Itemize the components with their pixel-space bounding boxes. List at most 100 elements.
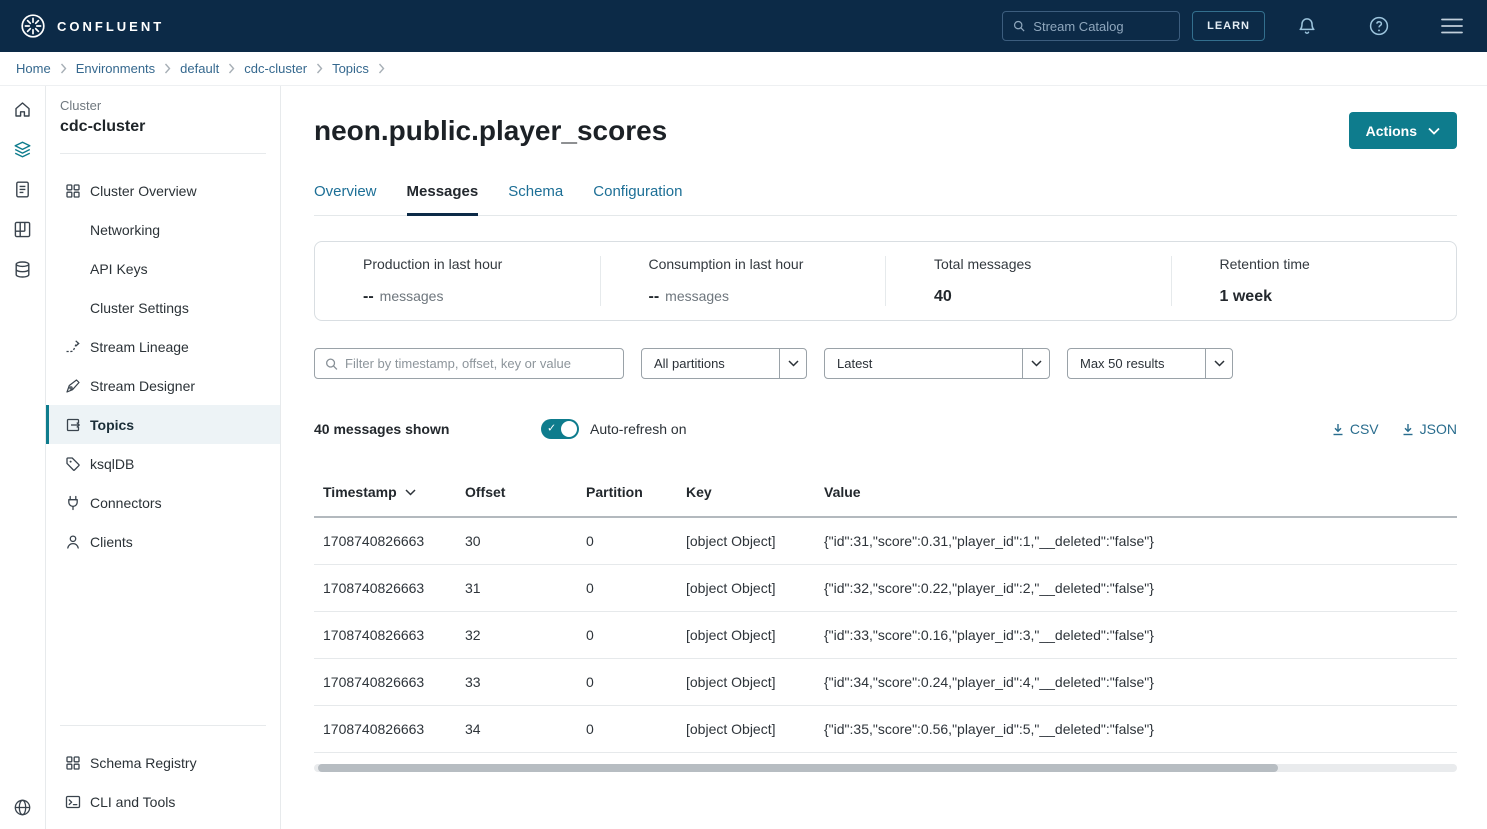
stat-suffix: messages <box>380 288 444 304</box>
hamburger-menu-icon[interactable] <box>1441 18 1463 34</box>
document-icon[interactable] <box>13 180 32 199</box>
globe-icon[interactable] <box>13 798 32 817</box>
sidebar-item-label: CLI and Tools <box>90 794 175 810</box>
stat-suffix: messages <box>665 288 729 304</box>
column-header-key: Key <box>677 469 815 517</box>
cell-partition: 0 <box>577 659 677 706</box>
sidebar-item-cluster-settings[interactable]: Cluster Settings <box>46 288 280 327</box>
message-filter-input[interactable] <box>345 356 613 371</box>
help-icon[interactable] <box>1369 16 1389 36</box>
stat-label: Retention time <box>1220 256 1457 272</box>
cell-key: [object Object] <box>677 517 815 565</box>
sidebar-item-label: ksqlDB <box>90 456 134 472</box>
learn-button[interactable]: LEARN <box>1192 11 1265 41</box>
sidebar-item-label: Networking <box>90 222 160 238</box>
tab-messages[interactable]: Messages <box>407 183 479 216</box>
cell-value: {"id":35,"score":0.56,"player_id":5,"__d… <box>815 706 1457 753</box>
breadcrumb-topics[interactable]: Topics <box>332 61 369 76</box>
cell-partition: 0 <box>577 565 677 612</box>
breadcrumb-cdc-cluster[interactable]: cdc-cluster <box>244 61 307 76</box>
cell-key: [object Object] <box>677 659 815 706</box>
cell-offset: 33 <box>456 659 577 706</box>
sidebar-item-api-keys[interactable]: API Keys <box>46 249 280 288</box>
check-icon: ✓ <box>547 423 556 434</box>
order-dropdown[interactable]: Latest <box>824 348 1050 379</box>
auto-refresh-label: Auto-refresh on <box>590 421 687 437</box>
database-icon[interactable] <box>13 260 32 279</box>
message-row[interactable]: 1708740826663 32 0 [object Object] {"id"… <box>314 612 1457 659</box>
stream-catalog-search[interactable] <box>1002 11 1180 41</box>
download-csv-label: CSV <box>1350 421 1379 437</box>
stat-label: Production in last hour <box>363 256 600 272</box>
tab-overview[interactable]: Overview <box>314 183 377 215</box>
breadcrumb-environments[interactable]: Environments <box>76 61 155 76</box>
cell-partition: 0 <box>577 706 677 753</box>
actions-button[interactable]: Actions <box>1349 112 1457 149</box>
environments-layers-icon[interactable] <box>13 140 32 159</box>
breadcrumb-default[interactable]: default <box>180 61 219 76</box>
column-header-timestamp[interactable]: Timestamp <box>314 469 456 517</box>
confluent-logo[interactable]: CONFLUENT <box>20 13 164 39</box>
message-row[interactable]: 1708740826663 34 0 [object Object] {"id"… <box>314 706 1457 753</box>
column-header-partition: Partition <box>577 469 677 517</box>
cluster-section-label: Cluster <box>46 98 280 113</box>
sidebar-item-connectors[interactable]: Connectors <box>46 483 280 522</box>
message-filters: All partitions Latest Max 50 results <box>314 348 1457 379</box>
message-row[interactable]: 1708740826663 31 0 [object Object] {"id"… <box>314 565 1457 612</box>
breadcrumb-home[interactable]: Home <box>16 61 51 76</box>
cell-key: [object Object] <box>677 706 815 753</box>
sidebar-item-label: Stream Designer <box>90 378 195 394</box>
search-icon <box>325 357 338 371</box>
download-json-link[interactable]: JSON <box>1402 421 1457 437</box>
stream-catalog-search-input[interactable] <box>1033 19 1169 34</box>
result-limit-dropdown[interactable]: Max 50 results <box>1067 348 1233 379</box>
sidebar-item-label: Topics <box>90 417 134 433</box>
sidebar-item-networking[interactable]: Networking <box>46 210 280 249</box>
download-csv-link[interactable]: CSV <box>1332 421 1379 437</box>
messages-table: Timestamp Offset Partition Key Value 170… <box>314 469 1457 753</box>
cell-timestamp: 1708740826663 <box>314 517 456 565</box>
message-row[interactable]: 1708740826663 30 0 [object Object] {"id"… <box>314 517 1457 565</box>
sidebar-item-topics[interactable]: Topics <box>46 405 280 444</box>
person-icon <box>65 534 81 550</box>
message-filter-search[interactable] <box>314 348 624 379</box>
page-title: neon.public.player_scores <box>314 115 667 147</box>
actions-button-label: Actions <box>1366 123 1417 139</box>
sidebar-item-ksqldb[interactable]: ksqlDB <box>46 444 280 483</box>
chevron-down-icon <box>779 349 806 378</box>
sidebar-item-stream-designer[interactable]: Stream Designer <box>46 366 280 405</box>
stat-label: Consumption in last hour <box>649 256 886 272</box>
cell-partition: 0 <box>577 612 677 659</box>
sidebar-item-stream-lineage[interactable]: Stream Lineage <box>46 327 280 366</box>
sidebar-item-schema-registry[interactable]: Schema Registry <box>46 743 280 782</box>
breadcrumb-separator-icon <box>60 63 67 74</box>
cell-value: {"id":34,"score":0.24,"player_id":4,"__d… <box>815 659 1457 706</box>
messages-shown-count: 40 messages shown <box>314 421 541 437</box>
search-icon <box>1013 19 1025 33</box>
board-icon[interactable] <box>13 220 32 239</box>
notifications-bell-icon[interactable] <box>1297 16 1317 36</box>
sidebar-item-label: Schema Registry <box>90 755 197 771</box>
partitions-dropdown[interactable]: All partitions <box>641 348 807 379</box>
sidebar-item-clients[interactable]: Clients <box>46 522 280 561</box>
breadcrumb-separator-icon <box>316 63 323 74</box>
breadcrumb-separator-icon <box>164 63 171 74</box>
result-limit-dropdown-value: Max 50 results <box>1068 356 1205 371</box>
message-row[interactable]: 1708740826663 33 0 [object Object] {"id"… <box>314 659 1457 706</box>
sidebar-item-cluster-overview[interactable]: Cluster Overview <box>46 171 280 210</box>
main-content: neon.public.player_scores Actions Overvi… <box>281 86 1487 829</box>
stat-value: -- <box>649 288 660 306</box>
stat-retention-time: Retention time 1 week <box>1171 256 1457 306</box>
sidebar-item-label: Clients <box>90 534 133 550</box>
home-icon[interactable] <box>13 100 32 119</box>
terminal-icon <box>65 794 81 810</box>
stat-label: Total messages <box>934 256 1171 272</box>
cell-value: {"id":31,"score":0.31,"player_id":1,"__d… <box>815 517 1457 565</box>
cell-key: [object Object] <box>677 612 815 659</box>
auto-refresh-toggle[interactable]: ✓ <box>541 419 579 439</box>
tab-schema[interactable]: Schema <box>508 183 563 215</box>
cell-key: [object Object] <box>677 565 815 612</box>
tab-configuration[interactable]: Configuration <box>593 183 682 215</box>
sidebar-item-cli-and-tools[interactable]: CLI and Tools <box>46 782 280 821</box>
horizontal-scrollbar-thumb[interactable] <box>318 764 1278 772</box>
